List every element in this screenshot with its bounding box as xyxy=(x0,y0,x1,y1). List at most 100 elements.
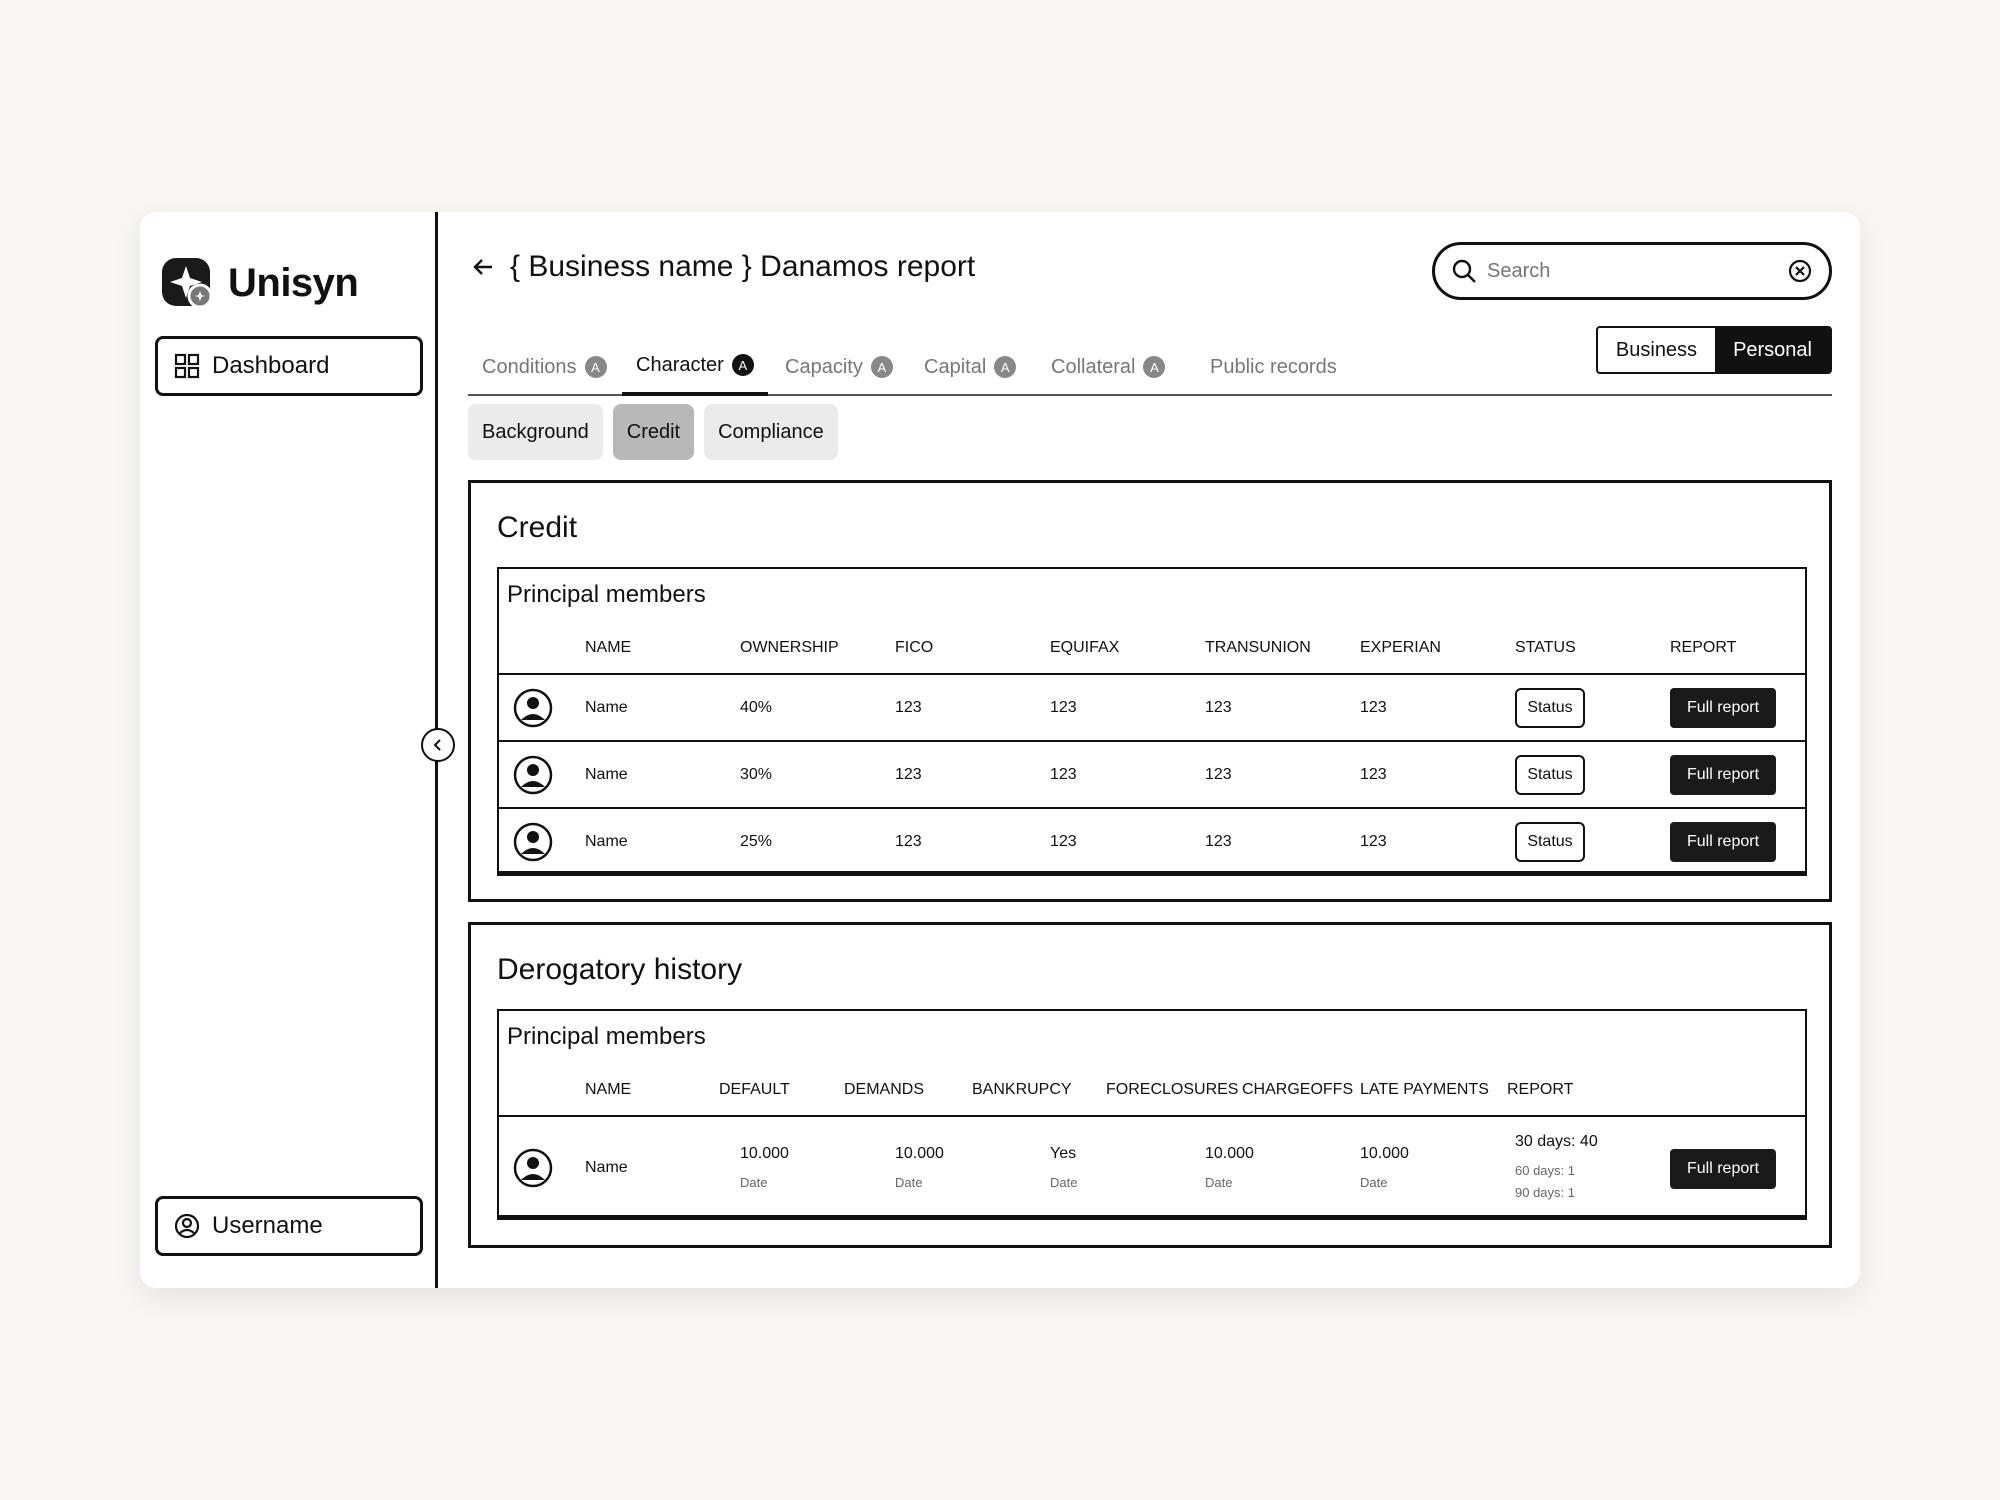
fico-value: 123 xyxy=(895,833,922,850)
default-date: Date xyxy=(740,1175,768,1190)
tab-badge: A xyxy=(731,354,754,376)
col-report: REPORT xyxy=(1670,639,1737,656)
status-button[interactable]: Status xyxy=(1515,822,1585,862)
avatar-icon xyxy=(513,688,553,728)
full-report-button[interactable]: Full report xyxy=(1670,688,1776,728)
equifax-value: 123 xyxy=(1050,833,1077,850)
experian-value: 123 xyxy=(1360,699,1387,716)
equifax-value: 123 xyxy=(1050,699,1077,716)
credit-table-title: Principal members xyxy=(507,581,706,608)
tab-label: Public records xyxy=(1210,355,1337,378)
ownership-value: 30% xyxy=(740,766,773,783)
tab-label: Capacity xyxy=(785,355,863,378)
back-arrow-icon[interactable] xyxy=(470,254,496,280)
user-circle-icon xyxy=(174,1213,200,1239)
experian-value: 123 xyxy=(1360,766,1387,783)
avatar-icon xyxy=(513,1148,553,1188)
toggle-personal[interactable]: Personal xyxy=(1715,328,1830,372)
tab-badge: A xyxy=(994,356,1017,378)
table-row: Name 30% 123 123 123 123 Status Full rep… xyxy=(499,740,1805,807)
page-header: { Business name } Danamos report xyxy=(470,250,975,284)
search-input[interactable] xyxy=(1487,259,1787,283)
col-chargeoffs: CHARGEOFFS xyxy=(1242,1081,1354,1098)
foreclosures-date: Date xyxy=(1205,1175,1233,1190)
app-name: Unisyn xyxy=(228,260,359,305)
table-row: Name 40% 123 123 123 123 Status Full rep… xyxy=(499,673,1805,740)
tab-badge: A xyxy=(1143,356,1166,378)
avatar-icon xyxy=(513,755,553,795)
subtab-background[interactable]: Background xyxy=(468,404,603,460)
page-title: { Business name } Danamos report xyxy=(510,250,976,283)
demands-date: Date xyxy=(895,1175,923,1190)
business-personal-toggle: Business Personal xyxy=(1595,326,1832,374)
col-transunion: TRANSUNION xyxy=(1205,639,1311,656)
tab-label: Character xyxy=(636,353,724,376)
toggle-business[interactable]: Business xyxy=(1598,328,1715,372)
clear-search-icon[interactable] xyxy=(1787,258,1813,284)
chargeoffs-date: Date xyxy=(1360,1175,1388,1190)
chevron-left-icon xyxy=(433,739,441,751)
bankruptcy-date: Date xyxy=(1050,1175,1078,1190)
tab-capacity[interactable]: Capacity A xyxy=(785,338,893,396)
experian-value: 123 xyxy=(1360,833,1387,850)
tab-capital[interactable]: Capital A xyxy=(924,338,1017,396)
status-button[interactable]: Status xyxy=(1515,688,1585,728)
table-row: Name 10.000 Date 10.000 Date Yes Date 10… xyxy=(499,1115,1805,1218)
derogatory-table-header: NAME DEFAULT DEMANDS BANKRUPCY FORECLOSU… xyxy=(499,1081,1805,1109)
fico-value: 123 xyxy=(895,699,922,716)
full-report-button[interactable]: Full report xyxy=(1670,755,1776,795)
subtab-credit[interactable]: Credit xyxy=(612,404,695,460)
bankruptcy-value: Yes xyxy=(1050,1145,1077,1162)
foreclosures-value: 10.000 xyxy=(1205,1145,1254,1162)
main-content: { Business name } Danamos report Conditi… xyxy=(438,212,1860,1288)
derogatory-table-title: Principal members xyxy=(507,1023,706,1050)
member-name: Name xyxy=(585,833,628,850)
username-label: Username xyxy=(212,1212,323,1239)
tab-label: Collateral xyxy=(1051,355,1136,378)
transunion-value: 123 xyxy=(1205,766,1232,783)
demands-value: 10.000 xyxy=(895,1145,944,1162)
tab-conditions[interactable]: Conditions A xyxy=(482,338,607,396)
col-status: STATUS xyxy=(1515,639,1576,656)
sidebar: Unisyn Dashboard Username xyxy=(140,212,438,1288)
tab-badge: A xyxy=(870,356,893,378)
col-default: DEFAULT xyxy=(719,1081,790,1098)
tab-character[interactable]: Character A xyxy=(622,338,768,396)
dashboard-button[interactable]: Dashboard xyxy=(155,336,423,396)
avatar-icon xyxy=(513,822,553,862)
search-bar[interactable] xyxy=(1432,242,1832,300)
member-name: Name xyxy=(585,699,628,716)
col-equifax: EQUIFAX xyxy=(1050,639,1120,656)
col-experian: EXPERIAN xyxy=(1360,639,1441,656)
tab-public-records[interactable]: Public records xyxy=(1210,338,1337,396)
subtab-compliance[interactable]: Compliance xyxy=(704,404,838,460)
col-demands: DEMANDS xyxy=(844,1081,925,1098)
col-name: NAME xyxy=(585,1081,632,1098)
credit-panel: Credit Principal members NAME OWNERSHIP … xyxy=(468,480,1832,902)
col-late-payments: LATE PAYMENTS xyxy=(1360,1081,1489,1098)
late-payments-30: 30 days: 40 xyxy=(1515,1133,1598,1150)
col-fico: FICO xyxy=(895,639,934,656)
col-report: REPORT xyxy=(1507,1081,1574,1098)
username-button[interactable]: Username xyxy=(155,1196,423,1256)
app-window: Unisyn Dashboard Username {Business nam… xyxy=(140,212,1860,1288)
member-name: Name xyxy=(585,1159,628,1176)
tab-label: Conditions xyxy=(482,355,577,378)
grid-icon xyxy=(174,353,200,379)
status-button[interactable]: Status xyxy=(1515,755,1585,795)
logo: Unisyn xyxy=(162,258,359,309)
ownership-value: 40% xyxy=(740,699,773,716)
fico-value: 123 xyxy=(895,766,922,783)
ownership-value: 25% xyxy=(740,833,773,850)
collapse-sidebar-button[interactable] xyxy=(421,728,455,762)
derogatory-table: Principal members NAME DEFAULT DEMANDS B… xyxy=(497,1009,1807,1220)
tab-collateral[interactable]: Collateral A xyxy=(1051,338,1166,396)
default-value: 10.000 xyxy=(740,1145,789,1162)
col-bankruptcy: BANKRUPCY xyxy=(972,1081,1072,1098)
full-report-button[interactable]: Full report xyxy=(1670,1149,1776,1189)
credit-table-header: NAME OWNERSHIP FICO EQUIFAX TRANSUNION E… xyxy=(499,639,1805,667)
search-icon xyxy=(1452,259,1476,283)
derogatory-panel: Derogatory history Principal members NAM… xyxy=(468,922,1832,1248)
full-report-button[interactable]: Full report xyxy=(1670,822,1776,862)
derogatory-title: Derogatory history xyxy=(497,953,743,986)
